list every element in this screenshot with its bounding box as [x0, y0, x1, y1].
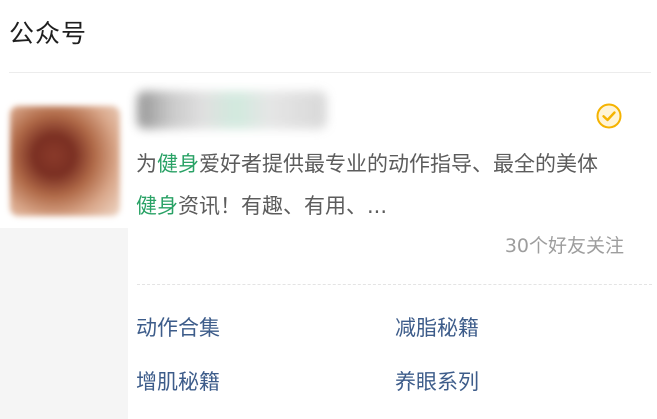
account-card[interactable]: 为健身爱好者提供最专业的动作指导、最全的美体健身资讯！有趣、有用、... 30个…	[0, 73, 657, 419]
menu-item-action-collection[interactable]: 动作合集	[136, 312, 220, 342]
menu-grid: 动作合集 减脂秘籍 增肌秘籍 养眼系列	[0, 73, 657, 419]
menu-item-eye-candy-series[interactable]: 养眼系列	[395, 366, 479, 396]
menu-item-fat-loss-tips[interactable]: 减脂秘籍	[395, 312, 479, 342]
section-header: 公众号	[9, 19, 88, 48]
menu-item-muscle-gain-tips[interactable]: 增肌秘籍	[136, 366, 220, 396]
